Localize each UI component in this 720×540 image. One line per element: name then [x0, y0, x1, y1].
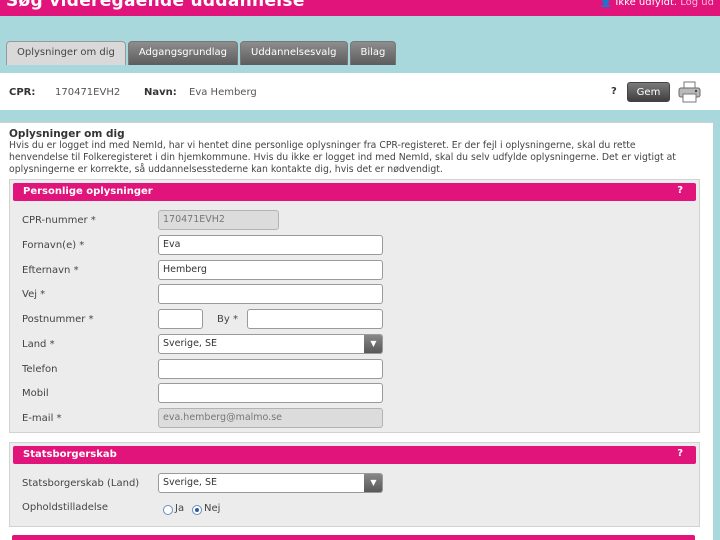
opholdstilladelse-label: Opholdstilladelse: [22, 502, 109, 513]
save-button[interactable]: Gem: [627, 82, 670, 102]
email-label: E-mail *: [22, 413, 62, 424]
chevron-down-icon[interactable]: ▼: [364, 335, 382, 353]
statsborgerskab-label: Statsborgerskab (Land): [22, 478, 140, 489]
chevron-down-icon[interactable]: ▼: [364, 474, 382, 492]
radio-nej[interactable]: [192, 505, 202, 515]
personal-help-icon[interactable]: ?: [677, 185, 683, 196]
vej-field[interactable]: [158, 284, 383, 304]
main-panel: Oplysninger om dig Hvis du er logget ind…: [0, 122, 713, 540]
user-info: 👤 Ikke udfyldt. Log ud: [600, 0, 714, 8]
citizenship-section: Statsborgerskab ? Statsborgerskab (Land)…: [9, 442, 700, 527]
help-icon[interactable]: ?: [611, 86, 617, 97]
email-field: eva.hemberg@malmo.se: [158, 408, 383, 428]
by-field[interactable]: [247, 309, 383, 329]
statsborgerskab-select[interactable]: Sverige, SE ▼: [158, 473, 383, 493]
mobil-field[interactable]: [158, 383, 383, 403]
radio-nej-label: Nej: [204, 503, 221, 514]
name-value: Eva Hemberg: [189, 87, 257, 98]
app-title: Søg videregående uddannelse: [6, 0, 305, 11]
intro-title: Oplysninger om dig: [9, 128, 125, 140]
cpr-field-label: CPR-nummer *: [22, 215, 96, 226]
cpr-label: CPR:: [9, 87, 36, 98]
cpr-value: 170471EVH2: [55, 87, 121, 98]
logout-link[interactable]: Log ud: [680, 0, 714, 8]
user-icon: 👤: [599, 0, 613, 8]
cpr-field: 170471EVH2: [158, 210, 279, 230]
header-bar: Søg videregående uddannelse 👤 Ikke udfyl…: [0, 0, 720, 16]
name-label: Navn:: [144, 87, 177, 98]
fornavn-field[interactable]: Eva: [158, 235, 383, 255]
statsborgerskab-select-value: Sverige, SE: [163, 477, 217, 488]
tab-adgangsgrundlag[interactable]: Adgangsgrundlag: [127, 41, 239, 65]
efternavn-field[interactable]: Hemberg: [158, 260, 383, 280]
postnummer-field[interactable]: [158, 309, 203, 329]
personal-section-title: Personlige oplysninger: [23, 186, 153, 197]
personal-section-header: Personlige oplysninger ?: [13, 183, 696, 201]
citizenship-section-header: Statsborgerskab ?: [13, 446, 696, 464]
by-label: By *: [217, 314, 238, 325]
telefon-label: Telefon: [22, 364, 58, 375]
next-section-header: [12, 535, 695, 540]
tab-oplysninger[interactable]: Oplysninger om dig: [6, 41, 126, 65]
land-select-value: Sverige, SE: [163, 338, 217, 349]
tab-bar: Oplysninger om dig Adgangsgrundlag Uddan…: [6, 41, 397, 65]
radio-ja-label: Ja: [175, 503, 185, 514]
telefon-field[interactable]: [158, 359, 383, 379]
vej-label: Vej *: [22, 289, 46, 300]
efternavn-label: Efternavn *: [22, 265, 79, 276]
mobil-label: Mobil: [22, 388, 49, 399]
fornavn-label: Fornavn(e) *: [22, 240, 85, 251]
land-select[interactable]: Sverige, SE ▼: [158, 334, 383, 354]
print-icon[interactable]: [678, 81, 702, 103]
citizenship-section-title: Statsborgerskab: [23, 449, 117, 460]
tab-bilag[interactable]: Bilag: [349, 41, 397, 65]
tab-uddannelsesvalg[interactable]: Uddannelsesvalg: [240, 41, 348, 65]
applicant-infobar: CPR: 170471EVH2 Navn: Eva Hemberg ? Gem: [0, 73, 720, 110]
user-status: Ikke udfyldt: [615, 0, 674, 8]
land-label: Land *: [22, 339, 55, 350]
postnummer-label: Postnummer *: [22, 314, 94, 325]
citizenship-help-icon[interactable]: ?: [677, 448, 683, 459]
personal-section: Personlige oplysninger ? CPR-nummer * 17…: [9, 179, 700, 433]
intro-text: Hvis du er logget ind med NemId, har vi …: [9, 140, 676, 175]
radio-ja[interactable]: [163, 505, 173, 515]
